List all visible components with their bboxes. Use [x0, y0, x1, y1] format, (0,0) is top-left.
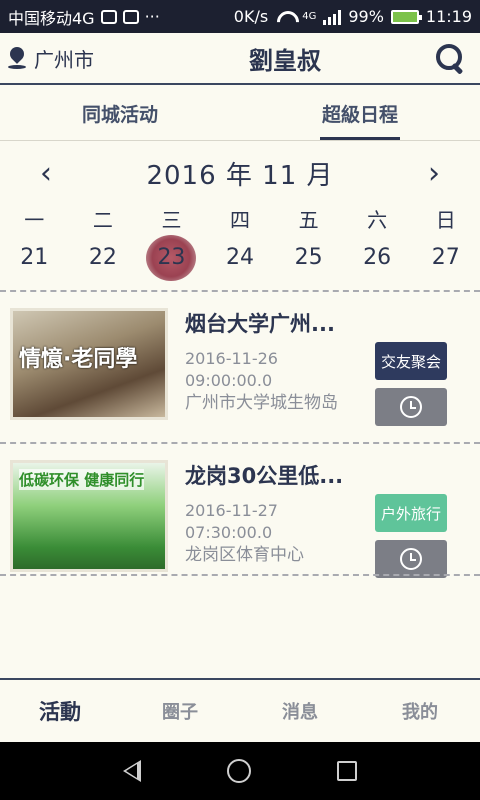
weekday-label: 日: [435, 208, 456, 232]
tab-local-events[interactable]: 同城活动: [0, 87, 240, 140]
next-month-chevron-icon[interactable]: ›: [422, 156, 446, 191]
event-card[interactable]: 情憶·老同學 烟台大学广州... 2016-11-26 09:00:00.0 广…: [0, 292, 480, 432]
calendar-day[interactable]: 26: [343, 232, 412, 284]
event-title: 龙岗30公里低...: [185, 464, 344, 488]
network-type: 4G: [302, 11, 317, 22]
calendar-day-selected[interactable]: 23: [137, 232, 206, 284]
weekday-header: 一 二 三 四 五 六 日: [0, 204, 480, 234]
event-time: 07:30:00.0: [185, 523, 273, 542]
event-category-tag[interactable]: 交友聚会: [375, 342, 447, 380]
bottom-navigation: 活動 圈子 消息 我的: [0, 678, 480, 742]
nav-profile[interactable]: 我的: [360, 680, 480, 742]
battery-percent: 99%: [348, 7, 384, 26]
image-icon: [122, 9, 139, 24]
recents-icon[interactable]: [337, 761, 357, 781]
divider: [0, 574, 480, 576]
event-time: 09:00:00.0: [185, 371, 273, 390]
home-icon[interactable]: [227, 759, 251, 783]
calendar-day[interactable]: 24: [206, 232, 275, 284]
status-bar: 中国移动4G ··· 0K/s 4G 99% 11:19: [0, 0, 480, 33]
calendar-day[interactable]: 22: [69, 232, 138, 284]
calendar-day[interactable]: 21: [0, 232, 69, 284]
search-icon: [436, 44, 464, 72]
more-notifications-label: ···: [144, 7, 160, 26]
city-selector[interactable]: 广州市: [0, 44, 150, 73]
weekday-label: 二: [92, 208, 113, 232]
tab-super-schedule[interactable]: 超級日程: [240, 87, 480, 140]
nav-circles[interactable]: 圈子: [120, 680, 240, 742]
carrier-label: 中国移动4G: [8, 8, 95, 28]
back-icon[interactable]: [123, 760, 141, 782]
event-thumbnail: 情憶·老同學: [10, 308, 168, 420]
app-title: 劉皇叔: [249, 45, 321, 75]
calendar-day[interactable]: 27: [411, 232, 480, 284]
location-pin-icon: [8, 47, 26, 69]
weekday-label: 六: [367, 208, 388, 232]
set-reminder-button[interactable]: [375, 388, 447, 426]
calendar-days-row: 21 22 23 24 25 26 27: [0, 232, 480, 284]
event-location: 龙岗区体育中心: [185, 545, 304, 565]
wifi-icon: [275, 10, 295, 24]
search-button[interactable]: [420, 44, 480, 72]
event-thumbnail: 低碳环保 健康同行: [10, 460, 168, 572]
selected-day-label: 23: [157, 245, 186, 270]
app-header: 广州市 劉皇叔: [0, 33, 480, 85]
signal-icon: [323, 9, 342, 25]
event-date: 2016-11-26: [185, 349, 278, 368]
calendar-day[interactable]: 25: [274, 232, 343, 284]
event-location: 广州市大学城生物岛: [185, 393, 338, 413]
alarm-clock-icon: [400, 548, 422, 570]
event-category-tag[interactable]: 户外旅行: [375, 494, 447, 532]
clock-time: 11:19: [425, 7, 472, 26]
weekday-label: 一: [24, 208, 45, 232]
event-date: 2016-11-27: [185, 501, 278, 520]
prev-month-chevron-icon[interactable]: ‹: [34, 156, 58, 191]
event-title: 烟台大学广州...: [185, 312, 335, 336]
event-card[interactable]: 低碳环保 健康同行 龙岗30公里低... 2016-11-27 07:30:00…: [0, 444, 480, 584]
alarm-clock-icon: [400, 396, 422, 418]
battery-icon: [390, 9, 422, 24]
notification-icon: [100, 9, 117, 24]
weekday-label: 三: [161, 208, 182, 232]
system-navigation-bar: [0, 742, 480, 800]
thumbnail-caption: 情憶·老同學: [19, 347, 138, 372]
top-tabs: 同城活动 超級日程: [0, 87, 480, 141]
nav-messages[interactable]: 消息: [240, 680, 360, 742]
month-navigator: ‹ 2016 年 11 月 ›: [0, 146, 480, 200]
nav-activities[interactable]: 活動: [0, 680, 120, 742]
set-reminder-button[interactable]: [375, 540, 447, 578]
month-label: 2016 年 11 月: [146, 160, 334, 191]
event-datetime: 2016-11-27 07:30:00.0: [185, 500, 365, 544]
network-speed: 0K/s: [233, 7, 269, 26]
weekday-label: 四: [230, 208, 251, 232]
weekday-label: 五: [298, 208, 319, 232]
event-datetime: 2016-11-26 09:00:00.0: [185, 348, 365, 392]
thumbnail-caption: 低碳环保 健康同行: [19, 469, 145, 490]
city-label: 广州市: [34, 47, 94, 72]
